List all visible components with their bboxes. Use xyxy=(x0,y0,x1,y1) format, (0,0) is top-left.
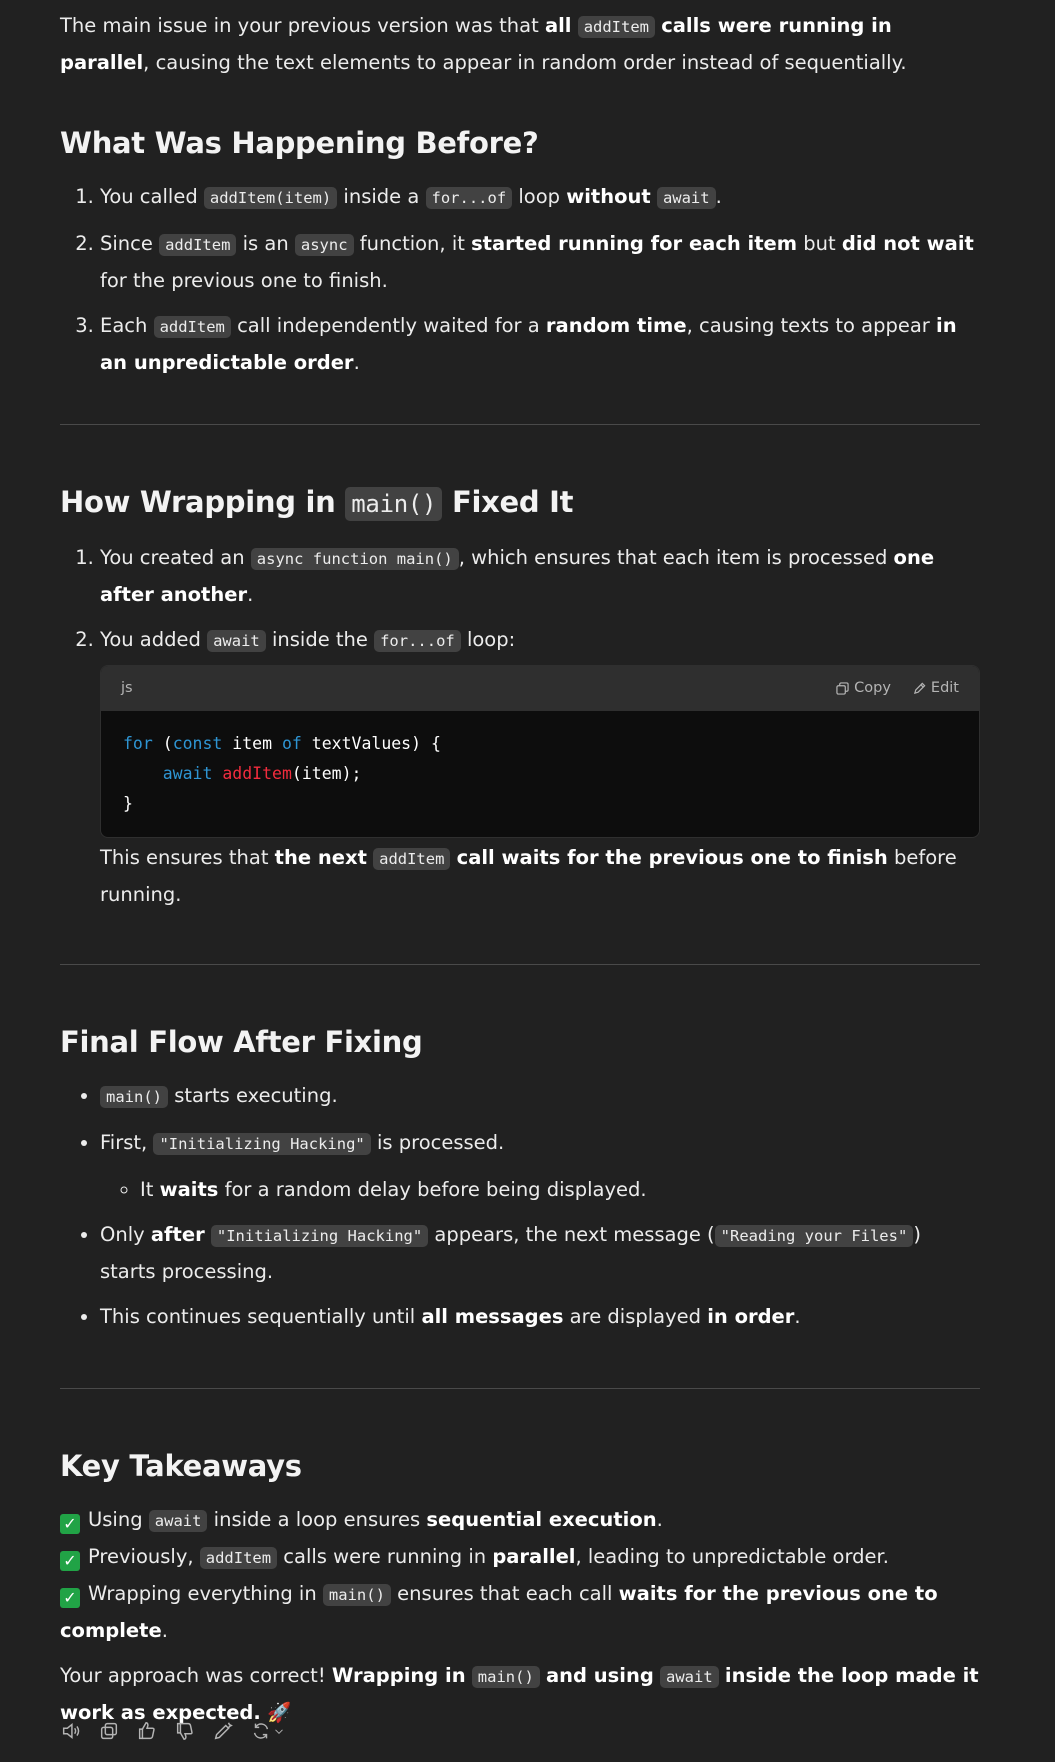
check-mark-icon: ✓ xyxy=(60,1551,80,1571)
list-final-flow: main() starts executing. First, "Initial… xyxy=(60,1078,980,1334)
chevron-down-icon[interactable] xyxy=(272,1720,286,1742)
thumbs-down-icon[interactable] xyxy=(174,1720,196,1742)
copy-icon xyxy=(836,682,849,695)
pencil-icon xyxy=(913,682,926,695)
nested-list: It waits for a random delay before being… xyxy=(100,1172,980,1207)
code-block: js Copy Edit for (const item of textValu… xyxy=(100,665,980,838)
inline-code: addItem xyxy=(577,16,656,38)
code-line: } xyxy=(123,794,133,813)
read-aloud-icon[interactable] xyxy=(60,1720,82,1742)
copy-icon[interactable] xyxy=(98,1720,120,1742)
list-item: Each addItem call independently waited f… xyxy=(100,308,980,380)
message-actions-toolbar xyxy=(60,1720,288,1742)
edit-canvas-icon[interactable] xyxy=(212,1720,234,1742)
code-block-header: js Copy Edit xyxy=(101,666,979,711)
code-line: for (const item of textValues) { xyxy=(123,734,441,753)
copy-code-button[interactable]: Copy xyxy=(836,671,891,706)
list-what-was-happening: You called addItem(item) inside a for...… xyxy=(60,179,980,380)
list-item: You created an async function main(), wh… xyxy=(100,540,980,612)
list-how-wrapping: You created an async function main(), wh… xyxy=(60,540,980,912)
code-block-body: for (const item of textValues) { await a… xyxy=(101,711,979,837)
takeaway-line: ✓ Using await inside a loop ensures seque… xyxy=(60,1502,980,1539)
divider xyxy=(60,424,980,425)
list-item: Since addItem is an async function, it s… xyxy=(100,226,980,298)
list-item: This continues sequentially until all me… xyxy=(100,1299,980,1334)
list-item: main() starts executing. xyxy=(100,1078,980,1115)
check-mark-icon: ✓ xyxy=(60,1588,80,1608)
code-language-label: js xyxy=(121,680,133,696)
divider xyxy=(60,1388,980,1389)
code-line: await addItem(item); xyxy=(162,764,362,783)
heading-final-flow: Final Flow After Fixing xyxy=(60,1025,423,1059)
divider xyxy=(60,964,980,965)
intro-paragraph: The main issue in your previous version … xyxy=(60,14,907,74)
takeaway-line: ✓ Wrapping everything in main() ensures t… xyxy=(60,1582,938,1642)
check-mark-icon: ✓ xyxy=(60,1514,80,1534)
heading-key-takeaways: Key Takeaways xyxy=(60,1449,302,1483)
list-item: You added await inside the for...of loop… xyxy=(100,622,980,912)
list-item: You called addItem(item) inside a for...… xyxy=(100,179,980,216)
regenerate-icon[interactable] xyxy=(250,1720,288,1742)
list-item: Only after "Initializing Hacking" appear… xyxy=(100,1217,980,1289)
thumbs-up-icon[interactable] xyxy=(136,1720,158,1742)
heading-how-wrapping: How Wrapping in main() Fixed It xyxy=(60,485,574,521)
list-item: First, "Initializing Hacking" is process… xyxy=(100,1125,980,1207)
code-explanation: This ensures that the next addItem call … xyxy=(100,846,957,906)
edit-code-button[interactable]: Edit xyxy=(913,671,959,706)
list-item: It waits for a random delay before being… xyxy=(140,1172,980,1207)
takeaway-line: ✓ Previously, addItem calls were running … xyxy=(60,1539,980,1576)
assistant-message: The main issue in your previous version … xyxy=(0,0,1055,1762)
heading-what-was-happening: What Was Happening Before? xyxy=(60,126,539,160)
